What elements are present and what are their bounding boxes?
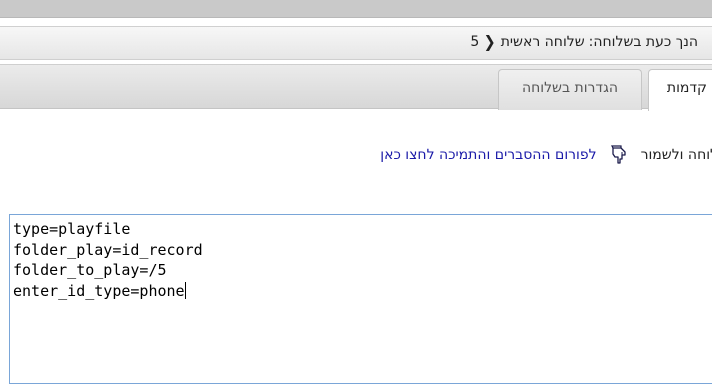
editor-line: type=playfile (13, 220, 131, 238)
tab-advanced[interactable]: קדמות (648, 69, 712, 111)
forum-support-link[interactable]: לפורום ההסברים והתמיכה לחצו כאן (380, 147, 596, 163)
chevron-left-icon: ❮ (483, 32, 497, 51)
code-editor-textarea[interactable]: type=playfile folder_play=id_record fold… (9, 214, 712, 384)
breadcrumb-current[interactable]: שלוחה ראשית (501, 34, 585, 50)
pointing-hand-icon[interactable] (609, 145, 629, 165)
tabs-bar: קדמות הגדרות בשלוחה (0, 64, 712, 111)
editor-line: enter_id_type=phone (13, 281, 185, 300)
window-top-bar (0, 0, 712, 18)
breadcrumb-prefix: הנך כעת בשלוחה: (588, 34, 698, 50)
tab-extension-settings-label: הגדרות בשלוחה (521, 80, 618, 96)
tab-extension-settings[interactable]: הגדרות בשלוחה (498, 69, 642, 110)
tab-advanced-label: קדמות (666, 80, 707, 96)
breadcrumb: הנך כעת בשלוחה: שלוחה ראשית ❮ 5 (470, 32, 698, 51)
editor-line: folder_to_play=/5 (13, 261, 167, 279)
help-line: לוחה ולשמור לפורום ההסברים והתמיכה לחצו … (0, 145, 712, 165)
breadcrumb-extension-number: 5 (470, 34, 480, 50)
breadcrumb-bar: הנך כעת בשלוחה: שלוחה ראשית ❮ 5 (0, 26, 712, 60)
text-caret (184, 281, 186, 299)
save-instructions-text: לוחה ולשמור (640, 147, 712, 163)
editor-line: folder_play=id_record (13, 240, 203, 259)
